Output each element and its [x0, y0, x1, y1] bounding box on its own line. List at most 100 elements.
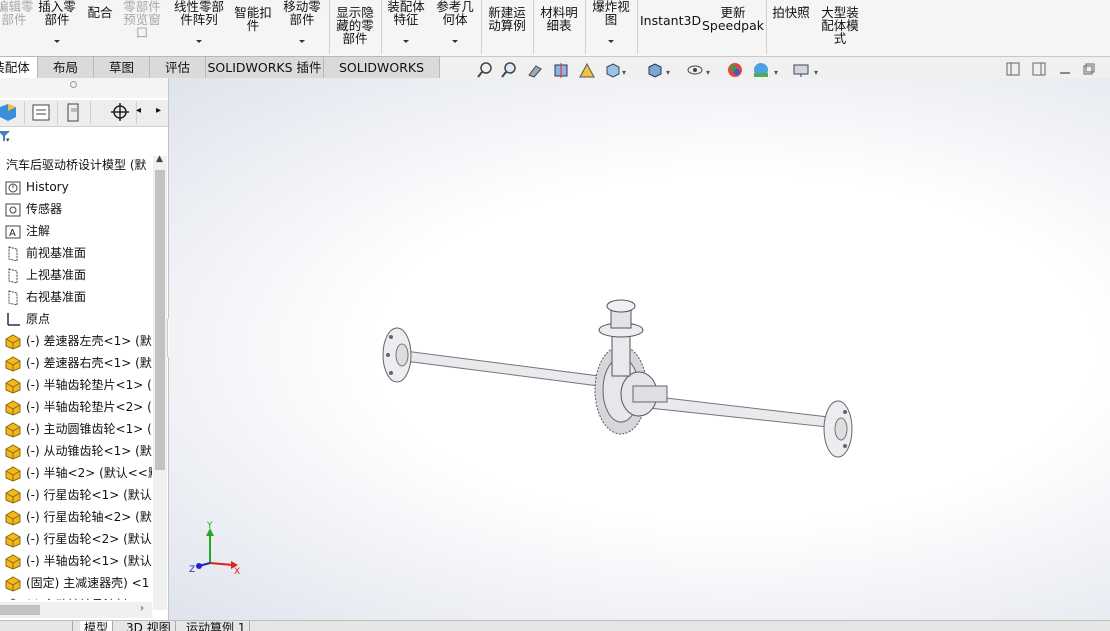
tile-left-icon[interactable] — [1006, 62, 1020, 76]
tab-layout[interactable]: 布局 — [37, 56, 94, 78]
component-preview-button[interactable]: 零部件 预览窗 口 — [120, 0, 164, 39]
edit-appearance-icon[interactable] — [726, 61, 744, 79]
linear-pattern-dropdown-icon[interactable] — [196, 40, 202, 43]
chevron-down-icon[interactable]: ▾ — [622, 68, 626, 77]
tree-node[interactable]: (-) 半轴齿轮<1> (默认 — [4, 550, 152, 572]
reference-geometry-button[interactable]: 参考几 何体 — [433, 0, 477, 43]
command-manager-ribbon: 编辑零 部件 插入零 部件 配合 零部件 预览窗 口 线性零部 件阵列 智能扣 … — [0, 0, 1110, 57]
insert-component-button[interactable]: 插入零 部件 — [36, 0, 78, 43]
assembly-features-dropdown-icon[interactable] — [403, 40, 409, 43]
scroll-up-icon[interactable]: ▲ — [156, 154, 163, 164]
tree-node[interactable]: (-) 行星齿轮<1> (默认 — [4, 484, 152, 506]
tree-node[interactable]: (-) 主动轴轴承油封<1> — [4, 594, 152, 600]
dimxpert-tab-icon[interactable] — [104, 101, 137, 124]
move-component-button[interactable]: 移动零 部件 — [280, 0, 324, 43]
move-component-dropdown-icon[interactable] — [299, 40, 305, 43]
tree-node-label: (-) 行星齿轮<1> (默认 — [26, 488, 152, 502]
update-speedpak-button[interactable]: 更新 Speedpak — [702, 0, 764, 32]
assembly-features-button[interactable]: 装配体 特征 — [384, 0, 428, 43]
minimize-icon[interactable] — [1058, 62, 1072, 76]
tree-node[interactable]: A 注解 — [4, 220, 50, 242]
tree-node[interactable]: (-) 半轴齿轮垫片<2> ( — [4, 396, 152, 418]
left-half-shaft[interactable] — [396, 349, 600, 387]
tree-node[interactable]: 传感器 — [4, 198, 62, 220]
tree-node[interactable]: 右视基准面 — [4, 286, 86, 308]
tree-node[interactable]: (-) 差速器右壳<1> (默 — [4, 352, 152, 374]
large-assembly-mode-button[interactable]: 大型装 配体模 式 — [818, 0, 862, 45]
insert-component-dropdown-icon[interactable] — [54, 40, 60, 43]
tab-solidworks-addins[interactable]: SOLIDWORKS 插件 — [205, 56, 324, 78]
pinion-shaft[interactable] — [611, 335, 631, 377]
graphics-viewport[interactable]: Y X Z — [169, 78, 1110, 620]
plane-icon — [4, 289, 22, 306]
tree-root-assembly[interactable]: 汽车后驱动桥设计模型 (默 — [0, 156, 147, 176]
dynamic-annotation-icon[interactable] — [578, 61, 596, 79]
tree-scroll-thumb[interactable] — [155, 170, 165, 470]
edit-component-button[interactable]: 编辑零 部件 — [0, 0, 34, 26]
take-snapshot-button[interactable]: 拍快照 — [768, 0, 814, 19]
bolt-hole — [389, 371, 393, 375]
mate-button[interactable]: 配合 — [84, 0, 116, 19]
tree-node[interactable]: (-) 半轴<2> (默认<<默 — [4, 462, 152, 484]
chevron-down-icon[interactable]: ▾ — [774, 68, 778, 77]
instant3d-button[interactable]: Instant3D — [640, 0, 701, 27]
restore-icon[interactable] — [1082, 62, 1096, 76]
chevron-down-icon[interactable]: ▾ — [6, 136, 10, 144]
chevron-down-icon[interactable]: ▾ — [666, 68, 670, 77]
tab-assembly[interactable]: 装配体 — [0, 56, 38, 79]
new-motion-study-button[interactable]: 新建运 动算例 — [485, 0, 529, 32]
view-settings-icon[interactable] — [792, 61, 810, 79]
reference-geometry-dropdown-icon[interactable] — [452, 40, 458, 43]
tree-node[interactable]: (-) 半轴齿轮垫片<1> ( — [4, 374, 152, 396]
tree-node[interactable]: 上视基准面 — [4, 264, 86, 286]
zoom-to-area-icon[interactable] — [500, 61, 518, 79]
tile-right-icon[interactable] — [1032, 62, 1046, 76]
hide-show-items-icon[interactable] — [686, 61, 704, 79]
bill-of-materials-button[interactable]: 材料明 细表 — [537, 0, 581, 32]
panel-collapse-handle-icon[interactable] — [70, 81, 77, 88]
right-half-shaft[interactable] — [648, 395, 838, 429]
tree-node[interactable]: 前视基准面 — [4, 242, 86, 264]
tree-horizontal-thumb[interactable] — [0, 605, 40, 615]
configuration-manager-tab-icon[interactable] — [58, 101, 91, 124]
tab-sketch[interactable]: 草图 — [93, 56, 150, 78]
tree-node[interactable]: (-) 差速器左壳<1> (默 — [4, 330, 152, 352]
part-icon — [4, 421, 22, 438]
tab-evaluate[interactable]: 评估 — [149, 56, 206, 78]
feature-manager-tab-icon[interactable] — [0, 101, 25, 124]
section-view-icon[interactable] — [552, 61, 570, 79]
smart-fasteners-button[interactable]: 智能扣 件 — [232, 0, 274, 32]
tree-horizontal-scrollbar[interactable]: › — [0, 602, 152, 618]
tree-node-label: (-) 半轴<2> (默认<<默 — [26, 466, 152, 480]
part-icon — [4, 531, 22, 548]
bolt-hole — [389, 335, 393, 339]
chevron-down-icon[interactable]: ▾ — [706, 68, 710, 77]
tab-scroll-left-icon[interactable]: ◂ — [136, 105, 141, 116]
zoom-to-fit-icon[interactable] — [476, 61, 494, 79]
linear-pattern-button[interactable]: 线性零部 件阵列 — [170, 0, 228, 43]
chevron-down-icon[interactable]: ▾ — [814, 68, 818, 77]
tree-node[interactable]: (固定) 主减速器壳) <1 — [4, 572, 149, 594]
exploded-view-button[interactable]: 爆炸视 图 — [589, 0, 633, 43]
display-style-icon[interactable] — [646, 61, 664, 79]
property-manager-tab-icon[interactable] — [25, 101, 58, 124]
apply-scene-icon[interactable] — [752, 61, 770, 79]
tree-node[interactable]: (-) 主动圆锥齿轮<1> ( — [4, 418, 152, 440]
tree-node[interactable]: (-) 行星齿轮<2> (默认 — [4, 528, 152, 550]
tree-node[interactable]: (-) 行星齿轮轴<2> (默 — [4, 506, 152, 528]
tab-solidworks-mbd[interactable]: SOLIDWORKS MBD — [323, 56, 440, 96]
z-axis-end — [196, 563, 202, 569]
view-orientation-icon[interactable] — [604, 61, 622, 79]
tree-node[interactable]: History — [4, 176, 69, 198]
previous-view-icon[interactable] — [526, 61, 544, 79]
scroll-right-icon[interactable]: › — [140, 603, 144, 614]
tree-filter[interactable]: ▾ — [0, 128, 150, 148]
tree-vertical-scrollbar[interactable]: ▲ — [153, 154, 167, 610]
drive-axle-model[interactable] — [169, 78, 1110, 620]
tree-node[interactable]: 原点 — [4, 308, 50, 330]
exploded-view-dropdown-icon[interactable] — [608, 40, 614, 43]
show-hidden-components-button[interactable]: 显示隐 藏的零 部件 — [332, 0, 378, 45]
tab-scroll-right-icon[interactable]: ▸ — [156, 105, 161, 116]
tree-node[interactable]: (-) 从动锥齿轮<1> (默 — [4, 440, 152, 462]
tree-node-label: 前视基准面 — [26, 246, 87, 260]
